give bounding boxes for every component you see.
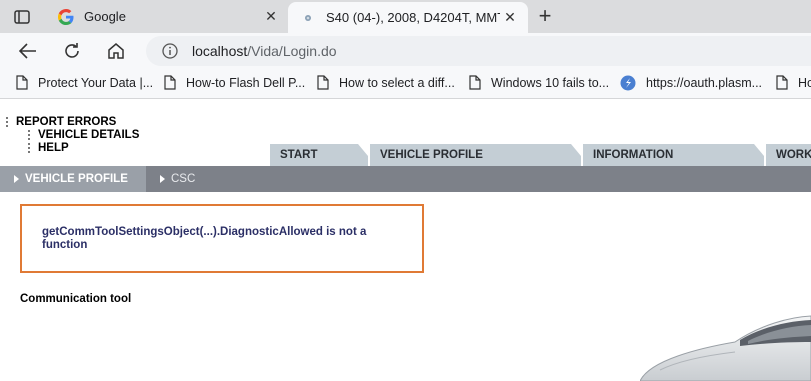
help-link[interactable]: HELP	[6, 141, 139, 154]
info-icon[interactable]	[162, 43, 178, 59]
bookmark-item[interactable]: Ho	[776, 75, 811, 90]
tab-label: VEHICLE PROFILE	[380, 149, 483, 161]
tab-information[interactable]: INFORMATION	[583, 144, 764, 166]
plasma-icon	[620, 75, 636, 91]
subtab-label: CSC	[171, 173, 196, 185]
bookmark-label: Protect Your Data |...	[38, 75, 154, 90]
tab-title: S40 (04-), 2008, D4204T, MMT6,	[326, 10, 500, 25]
grip-icon	[28, 129, 34, 140]
triangle-right-icon	[14, 175, 19, 183]
navigation-bar: localhost/Vida/Login.do	[0, 33, 811, 69]
page-icon	[164, 75, 176, 90]
url-path: /Vida/Login.do	[247, 43, 337, 59]
link-label: REPORT ERRORS	[16, 115, 117, 128]
page-icon	[776, 75, 788, 90]
tab-google[interactable]: Google ✕	[46, 0, 289, 33]
new-tab-icon[interactable]: +	[534, 5, 556, 27]
car-image	[639, 300, 811, 381]
tab-strip: Google ✕ S40 (04-), 2008, D4204T, MMT6, …	[0, 0, 811, 33]
page-icon	[16, 75, 28, 90]
subtab-vehicle-profile[interactable]: VEHICLE PROFILE	[0, 166, 146, 192]
vehicle-details-link[interactable]: VEHICLE DETAILS	[6, 128, 139, 141]
tab-label: WORK	[776, 149, 811, 161]
link-label: HELP	[38, 141, 69, 154]
vida-icon	[300, 10, 316, 26]
triangle-right-icon	[160, 175, 165, 183]
bookmarks-bar: Protect Your Data |... How-to Flash Dell…	[0, 69, 811, 99]
subtab-csc[interactable]: CSC	[160, 166, 195, 192]
url-host: localhost	[192, 43, 248, 59]
tab-label: START	[280, 149, 318, 161]
tab-start[interactable]: START	[270, 144, 368, 166]
reload-icon[interactable]	[60, 39, 84, 63]
top-links: REPORT ERRORS VEHICLE DETAILS HELP	[6, 115, 139, 154]
section-label: Communication tool	[20, 293, 132, 305]
tab-vida[interactable]: S40 (04-), 2008, D4204T, MMT6, ✕	[288, 2, 528, 33]
bookmark-label: Windows 10 fails to...	[491, 75, 610, 90]
tab-vehicle-profile[interactable]: VEHICLE PROFILE	[370, 144, 581, 166]
address-bar[interactable]: localhost/Vida/Login.do	[146, 36, 811, 66]
error-box: getCommToolSettingsObject(...).Diagnosti…	[20, 204, 424, 273]
bookmark-item[interactable]: Windows 10 fails to...	[469, 75, 609, 90]
close-icon[interactable]: ✕	[500, 8, 520, 28]
bookmark-item[interactable]: How to select a diff...	[317, 75, 455, 90]
link-label: VEHICLE DETAILS	[38, 128, 140, 141]
page-icon	[469, 75, 481, 90]
home-icon[interactable]	[104, 39, 128, 63]
page-icon	[317, 75, 329, 90]
bookmark-item[interactable]: How-to Flash Dell P...	[164, 75, 305, 90]
tab-label: INFORMATION	[593, 149, 674, 161]
bookmark-item[interactable]: https://oauth.plasm...	[620, 75, 762, 91]
error-message: getCommToolSettingsObject(...).Diagnosti…	[42, 226, 367, 251]
bookmark-label: Ho	[798, 75, 811, 90]
bookmark-label: How-to Flash Dell P...	[186, 75, 306, 90]
subtab-label: VEHICLE PROFILE	[25, 173, 128, 185]
bookmark-label: https://oauth.plasm...	[646, 76, 763, 90]
bookmark-label: How to select a diff...	[339, 75, 455, 90]
close-icon[interactable]: ✕	[261, 7, 281, 27]
url-text: localhost/Vida/Login.do	[192, 43, 337, 59]
tab-work[interactable]: WORK	[766, 144, 811, 166]
tab-actions-icon[interactable]	[10, 6, 34, 28]
sub-tab-bar: VEHICLE PROFILE CSC	[0, 166, 811, 192]
back-icon[interactable]	[16, 39, 40, 63]
grip-icon	[28, 142, 34, 153]
google-g-icon	[58, 8, 74, 25]
bookmark-item[interactable]: Protect Your Data |...	[16, 75, 153, 90]
grip-icon	[6, 116, 12, 127]
report-errors-link[interactable]: REPORT ERRORS	[6, 115, 139, 128]
tab-title: Google	[84, 9, 126, 24]
